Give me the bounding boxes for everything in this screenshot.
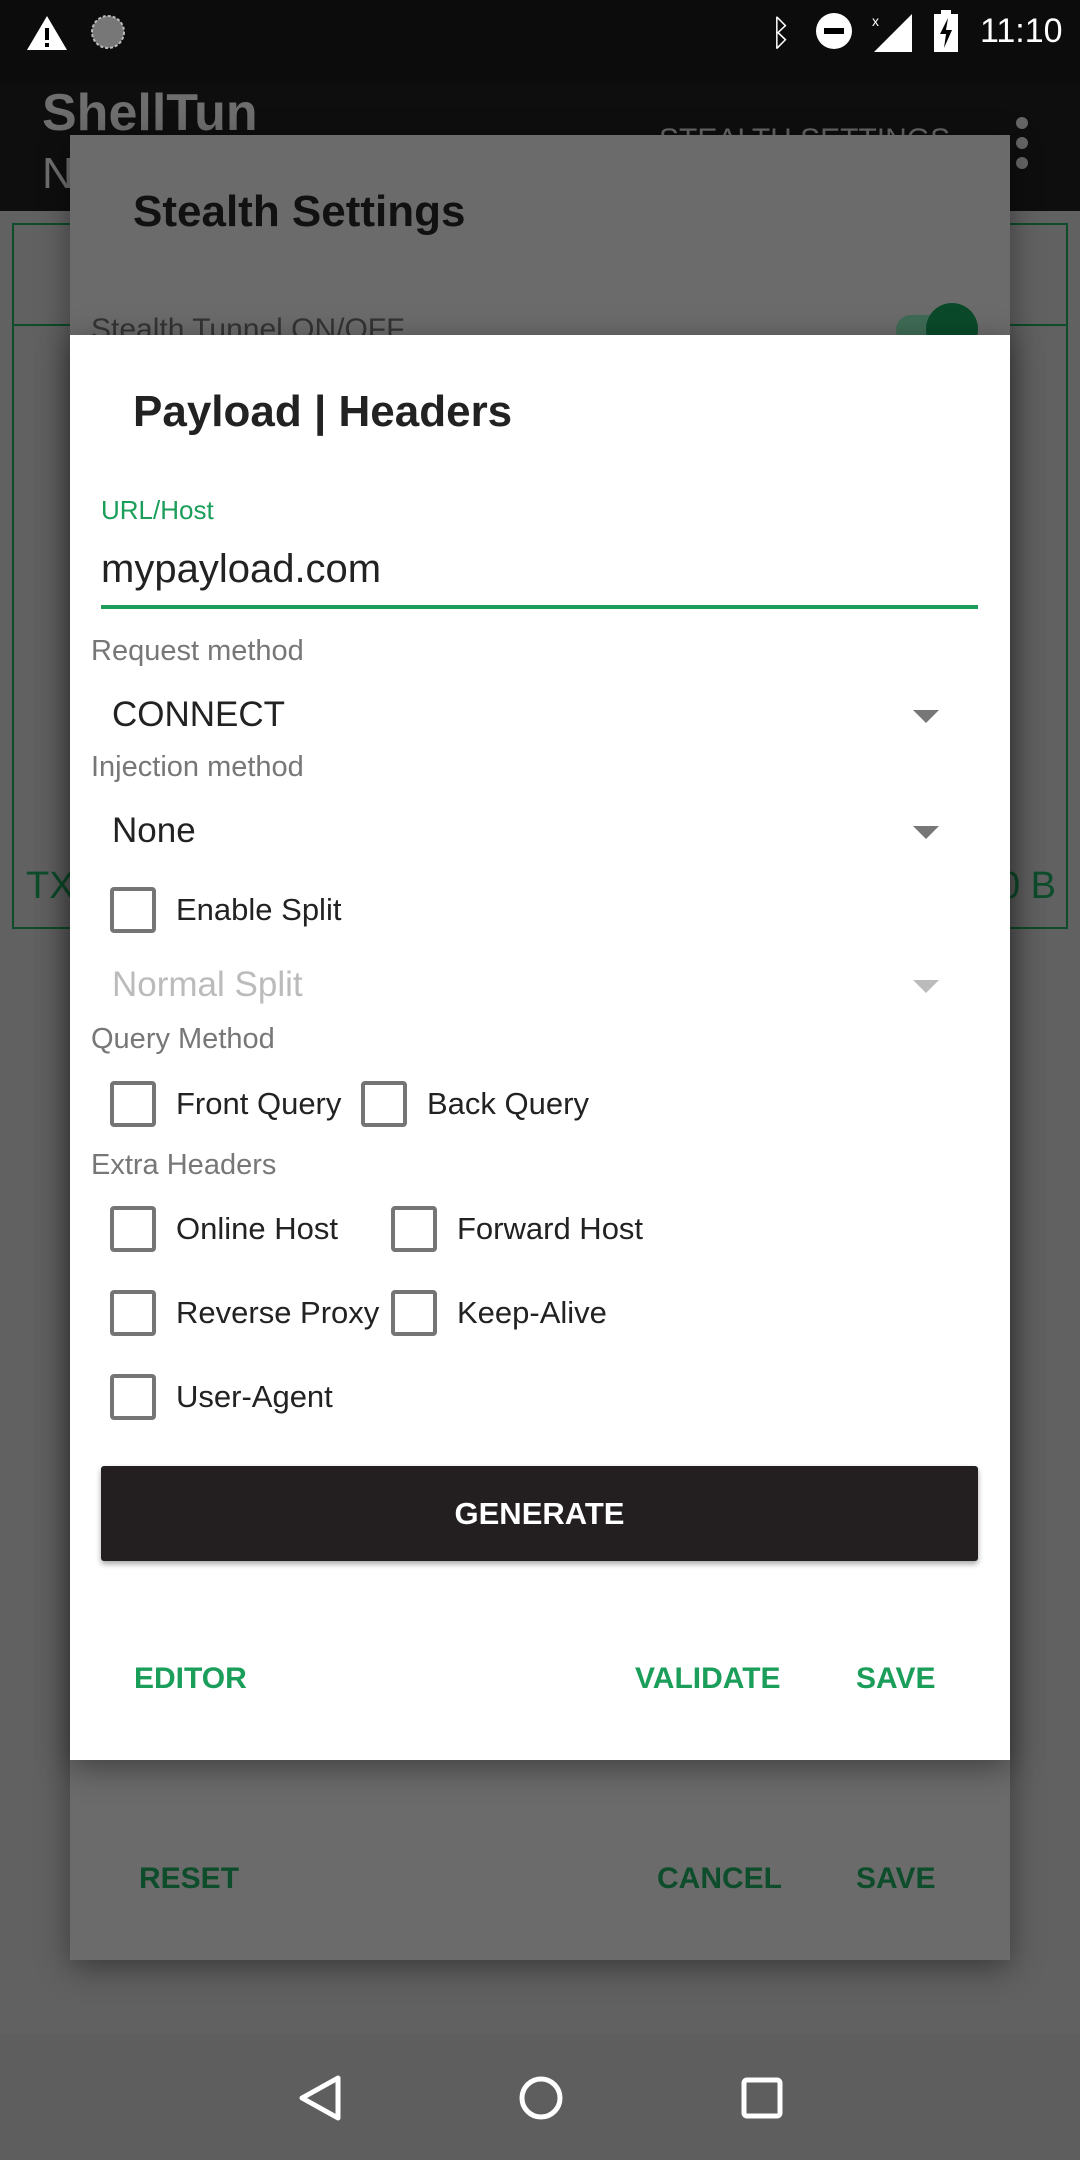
checkbox-box[interactable] (361, 1081, 407, 1127)
request-method-label: Request method (91, 635, 304, 667)
checkbox-label: Online Host (176, 1211, 338, 1246)
signal-no-data-icon: x (872, 13, 912, 52)
validate-button[interactable]: VALIDATE (635, 1662, 781, 1696)
url-input[interactable]: mypayload.com (101, 535, 978, 609)
checkbox-label: Forward Host (457, 1211, 644, 1246)
back-query-checkbox[interactable]: Back Query (361, 1081, 589, 1127)
user-agent-checkbox[interactable]: User-Agent (110, 1374, 333, 1420)
recents-icon[interactable] (741, 2077, 783, 2119)
checkbox-box[interactable] (110, 1081, 156, 1127)
generate-button[interactable]: GENERATE (101, 1466, 978, 1561)
dialog-title: Stealth Settings (133, 187, 466, 236)
dropdown-arrow-icon (913, 710, 939, 723)
injection-method-label: Injection method (91, 751, 304, 783)
status-bar: ᛒ x 11:10 (0, 0, 1080, 83)
injection-method-value: None (112, 811, 196, 850)
dialog-title: Payload | Headers (133, 387, 513, 436)
checkbox-box[interactable] (110, 1374, 156, 1420)
save-button[interactable]: SAVE (856, 1662, 935, 1696)
do-not-disturb-icon (816, 13, 852, 49)
checkbox-box[interactable] (110, 1206, 156, 1252)
request-method-value: CONNECT (112, 695, 286, 734)
svg-text:x: x (872, 13, 879, 29)
checkbox-box[interactable] (391, 1206, 437, 1252)
home-icon[interactable] (518, 2075, 564, 2121)
app-subtitle: N (42, 149, 74, 198)
forward-host-checkbox[interactable]: Forward Host (391, 1206, 643, 1252)
navigation-bar (0, 2034, 1080, 2160)
payload-headers-dialog: Payload | Headers URL/Host mypayload.com… (70, 335, 1010, 1760)
back-icon[interactable] (298, 2074, 342, 2122)
tx-label: TX (26, 865, 75, 907)
save-button[interactable]: SAVE (856, 1862, 935, 1896)
battery-charging-icon (934, 10, 958, 52)
checkbox-label: User-Agent (176, 1379, 333, 1414)
checkbox-box[interactable] (110, 1290, 156, 1336)
checkbox-box[interactable] (391, 1290, 437, 1336)
query-method-label: Query Method (91, 1023, 275, 1055)
warning-icon (27, 16, 67, 50)
reverse-proxy-checkbox[interactable]: Reverse Proxy (110, 1290, 379, 1336)
more-vert-icon[interactable] (1010, 113, 1034, 173)
front-query-checkbox[interactable]: Front Query (110, 1081, 341, 1127)
online-host-checkbox[interactable]: Online Host (110, 1206, 338, 1252)
editor-button[interactable]: EDITOR (134, 1662, 247, 1696)
reset-button[interactable]: RESET (139, 1862, 239, 1896)
url-label: URL/Host (101, 495, 214, 525)
injection-method-select[interactable]: None (91, 796, 991, 866)
checkbox-label: Enable Split (176, 892, 342, 927)
checkbox-label: Reverse Proxy (176, 1295, 380, 1330)
dropdown-arrow-icon (913, 980, 939, 993)
app-title: ShellTun (42, 84, 258, 142)
keep-alive-checkbox[interactable]: Keep-Alive (391, 1290, 607, 1336)
checkbox-label: Front Query (176, 1086, 342, 1121)
split-method-value: Normal Split (112, 965, 303, 1004)
checkbox-label: Keep-Alive (457, 1295, 607, 1330)
split-method-select: Normal Split (91, 950, 991, 1020)
status-time: 11:10 (980, 12, 1063, 50)
bluetooth-icon: ᛒ (770, 12, 792, 53)
extra-headers-label: Extra Headers (91, 1149, 277, 1181)
checkbox-box[interactable] (110, 887, 156, 933)
cancel-button[interactable]: CANCEL (657, 1862, 782, 1896)
request-method-select[interactable]: CONNECT (91, 680, 991, 750)
dropdown-arrow-icon (913, 826, 939, 839)
checkbox-label: Back Query (427, 1086, 589, 1121)
sync-icon (91, 15, 125, 49)
enable-split-checkbox[interactable]: Enable Split (110, 887, 341, 933)
